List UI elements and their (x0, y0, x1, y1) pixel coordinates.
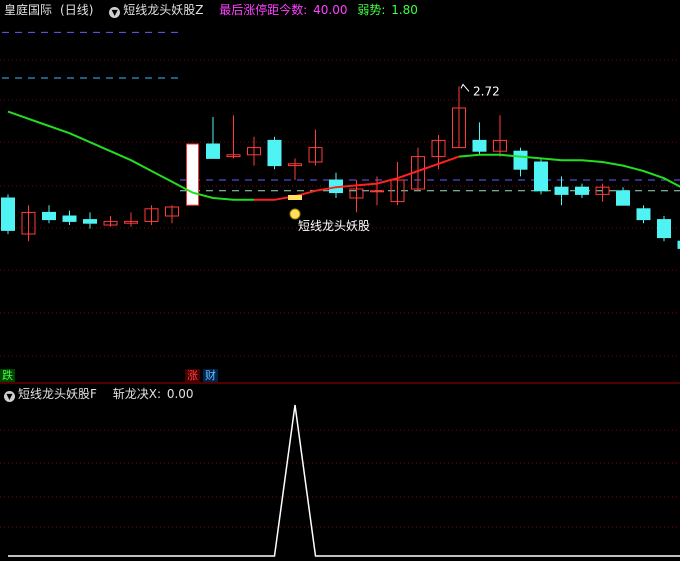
finance-badge[interactable]: 财 (203, 369, 218, 382)
weak-label: 弱势: (357, 3, 386, 17)
bottom-header: ▼ 短线龙头妖股F 斩龙决X: 0.00 (4, 386, 200, 402)
markers: 短线龙头妖股 2.72 (288, 83, 500, 233)
moving-average (7, 110, 680, 201)
stock-name[interactable]: 皇庭国际 (日线) (4, 3, 99, 17)
chevron-down-icon[interactable]: ▼ (109, 7, 121, 18)
zlj-path (8, 404, 680, 557)
chart-canvas[interactable]: 短线龙头妖股 2.72 (0, 0, 680, 561)
candle-body (513, 150, 528, 170)
zlj-line (8, 404, 680, 557)
indicator-title[interactable]: ▼ 短线龙头妖股Z (109, 3, 209, 18)
candle-body (83, 219, 97, 224)
candle-body (1, 197, 15, 231)
metric-value: 40.00 (313, 3, 348, 17)
indicator-title-bottom[interactable]: ▼ 短线龙头妖股F (4, 387, 103, 402)
top-grid (0, 59, 680, 357)
top-header: 皇庭国际 (日线) ▼ 短线龙头妖股Z 最后涨停距今数: 40.00 弱势: 1.8… (4, 2, 424, 18)
bottom-grid (0, 429, 680, 528)
reference-lines (2, 31, 680, 192)
candle-body (42, 211, 56, 221)
candles (1, 86, 680, 249)
candle-body (370, 190, 384, 193)
high-label: 2.72 (473, 84, 500, 98)
candle-body (554, 186, 569, 195)
metric-label: 最后涨停距今数: (219, 3, 308, 17)
candle-body (616, 190, 630, 206)
chevron-down-icon[interactable]: ▼ (4, 391, 15, 402)
candle-body (267, 139, 282, 167)
rise-badge[interactable]: 涨 (185, 369, 200, 382)
zlj-value: 0.00 (166, 387, 194, 401)
weak-value: 1.80 (391, 3, 418, 17)
zlj-label: 斩龙决X: (112, 387, 161, 401)
signal-flag-icon (288, 195, 302, 200)
money-bag-icon (289, 208, 301, 220)
candle-body (206, 143, 220, 159)
candle-body (62, 215, 77, 222)
candle-body (636, 208, 651, 221)
candle-body-limitup (186, 143, 199, 206)
signal-label: 短线龙头妖股 (298, 219, 370, 233)
candle-body (534, 161, 548, 192)
fall-badge[interactable]: 跌 (0, 369, 15, 382)
candle-body (657, 219, 671, 239)
candle-body (472, 139, 487, 152)
candle-body (575, 186, 589, 195)
high-arrow-icon (460, 83, 470, 92)
ma-segment (458, 153, 680, 188)
